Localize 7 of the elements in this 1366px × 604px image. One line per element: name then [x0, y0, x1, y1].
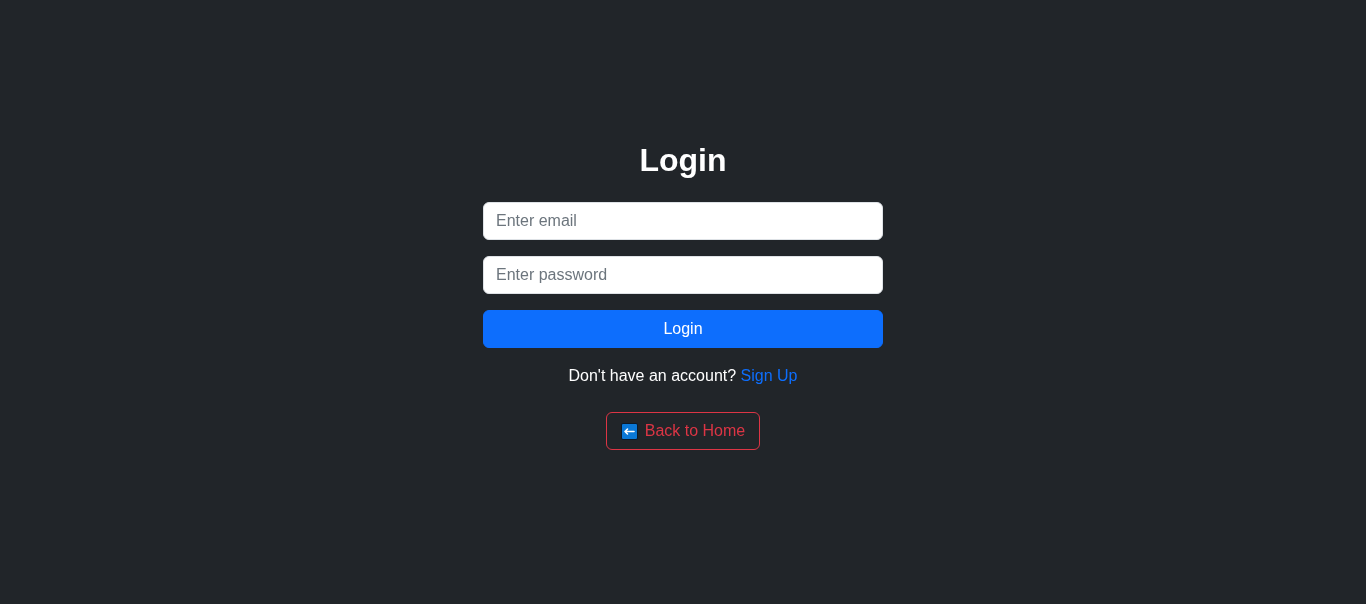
signup-prompt: Don't have an account? Sign Up	[568, 366, 798, 386]
back-to-home-button[interactable]: Back to Home	[605, 412, 761, 450]
input-field[interactable]: Enter password	[483, 256, 883, 294]
page-title: Login	[639, 141, 727, 179]
input-field[interactable]: Enter email	[483, 202, 883, 240]
login-button[interactable]: Login	[483, 310, 883, 348]
sign-up-link[interactable]: Sign Up	[740, 367, 798, 384]
